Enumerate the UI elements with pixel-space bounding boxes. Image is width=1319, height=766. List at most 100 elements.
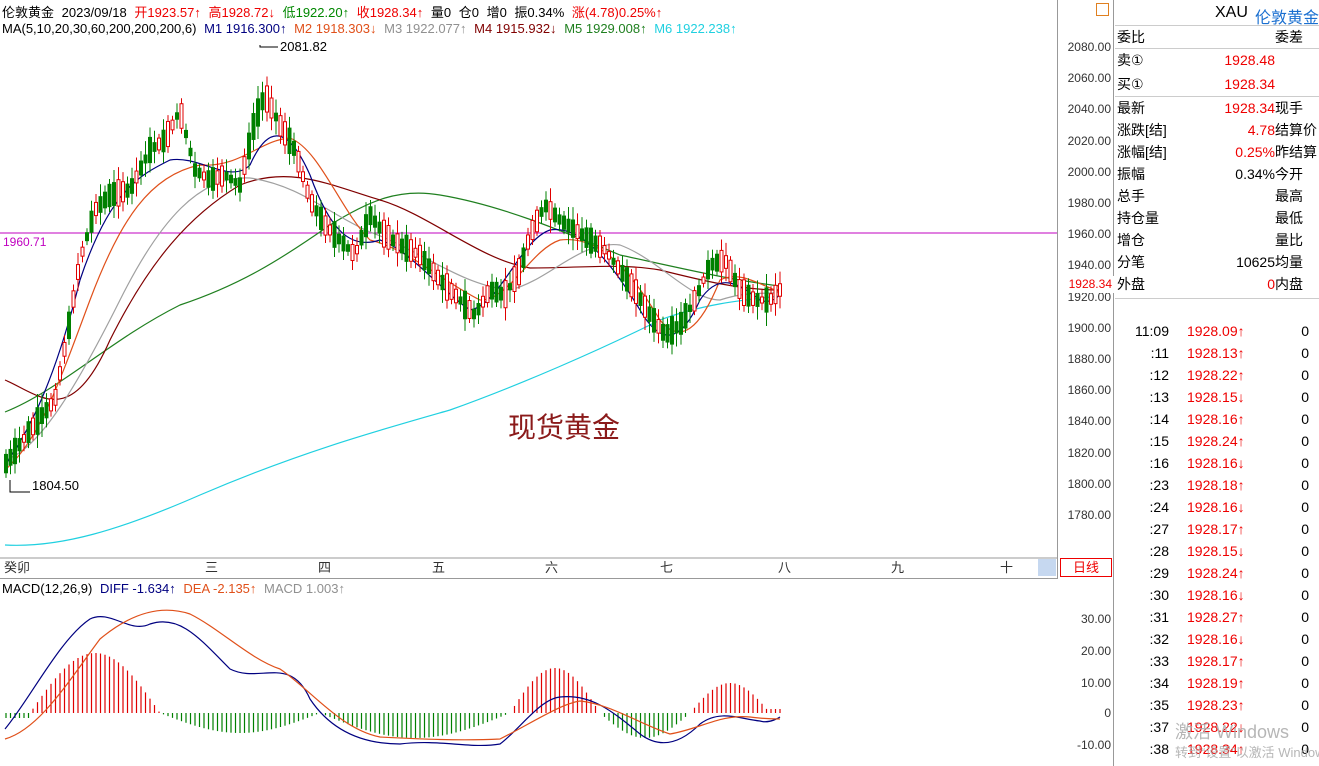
candle-body	[679, 311, 683, 335]
candle-body	[103, 191, 107, 209]
candle-body	[170, 119, 175, 131]
candle-body	[26, 421, 31, 443]
candle-body	[548, 201, 553, 220]
ref-line-label: 1960.71	[3, 235, 47, 249]
tick-volume: 0	[1301, 719, 1309, 735]
tick-volume: 0	[1301, 499, 1309, 515]
candle-body	[584, 227, 589, 248]
tick-row: :23 1928.18↑ 0	[1115, 474, 1319, 496]
tick-price: 1928.18↑	[1187, 477, 1245, 493]
tick-price: 1928.23↑	[1187, 697, 1245, 713]
candle-body	[319, 206, 323, 230]
tick-row: :31 1928.27↑ 0	[1115, 606, 1319, 628]
tick-volume: 0	[1301, 631, 1309, 647]
candle-body	[418, 244, 422, 266]
candle-body	[4, 453, 8, 474]
quote-info-row: 增仓 量比	[1115, 229, 1319, 251]
candle-body	[220, 165, 224, 187]
quote-info-label: 外盘	[1117, 276, 1145, 292]
tick-price: 1928.09↑	[1187, 323, 1245, 339]
tick-row: :32 1928.16↓ 0	[1115, 628, 1319, 650]
candle-body	[764, 287, 769, 313]
candle-body	[647, 306, 652, 322]
sell1-row: 卖① 1928.48	[1115, 49, 1319, 71]
tick-row: 11:09 1928.09↑ 0	[1115, 320, 1319, 342]
y-tick-label: 1780.00	[1067, 508, 1111, 522]
candle-body	[112, 182, 116, 206]
tick-volume: 0	[1301, 675, 1309, 691]
quote-info-row: 振幅 0.34% 今开	[1115, 163, 1319, 185]
tick-row: :16 1928.16↓ 0	[1115, 452, 1319, 474]
candle-body	[278, 115, 283, 137]
y-tick-label: 1980.00	[1067, 196, 1111, 210]
y-tick-label: 1800.00	[1067, 476, 1111, 491]
macd-tick-label: 30.00	[1080, 612, 1111, 626]
tick-time: :23	[1149, 477, 1169, 493]
candle-body	[31, 417, 35, 436]
x-label-2: 四	[318, 560, 332, 575]
candle-body	[692, 290, 697, 312]
candle-body	[665, 324, 670, 343]
candle-body	[85, 232, 89, 242]
candle-body	[526, 234, 530, 250]
x-label-6: 八	[778, 560, 792, 575]
candle-body	[544, 199, 548, 213]
quote-info-label2: 结算价	[1275, 122, 1317, 138]
x-label-5: 七	[660, 560, 674, 575]
candle-body	[130, 178, 134, 194]
quote-info-value: 1928.34	[1224, 100, 1275, 116]
candle-body	[161, 129, 166, 153]
candle-body	[553, 207, 557, 223]
candle-body	[107, 183, 112, 208]
sell1-label: 卖①	[1117, 52, 1144, 68]
chart-watermark: 现货黄金	[508, 411, 621, 444]
quote-info-value: 10625	[1236, 254, 1275, 270]
candle-body	[589, 227, 593, 254]
main-kline-chart[interactable]: 伦敦黄金 2023/09/18 开1923.57↑ 高1928.72↓ 低192…	[0, 0, 1058, 578]
candle-body	[296, 150, 301, 173]
high-marker	[259, 45, 278, 48]
candle-body	[157, 137, 161, 151]
x-label-8: 十	[1000, 560, 1014, 575]
tick-row: :30 1928.16↓ 0	[1115, 584, 1319, 606]
candle-body	[215, 170, 220, 185]
candle-body	[391, 234, 395, 247]
candle-body	[305, 184, 310, 199]
quote-info-row: 最新 1928.34 现手	[1115, 97, 1319, 119]
x-label-0: 癸卯	[4, 560, 31, 575]
candle-body	[314, 205, 319, 217]
quote-info-row: 涨幅[结] 0.25% 昨结算	[1115, 141, 1319, 163]
tick-volume: 0	[1301, 565, 1309, 581]
scroll-handle[interactable]	[1038, 559, 1056, 576]
candle-body	[652, 308, 656, 333]
quote-info-row: 涨跌[结] 4.78 结算价	[1115, 119, 1319, 141]
quote-info-label: 持仓量	[1117, 210, 1159, 226]
candle-body	[422, 251, 427, 271]
candle-body	[143, 154, 148, 164]
low-label: 1804.50	[32, 478, 79, 493]
tick-volume: 0	[1301, 697, 1309, 713]
side-symbol-cn: 伦敦黄金	[1255, 10, 1319, 27]
candle-body	[287, 127, 292, 155]
high-label: 2081.82	[280, 39, 327, 54]
candle-body	[292, 140, 296, 156]
tick-time: :15	[1149, 433, 1169, 449]
settings-box-icon[interactable]	[1096, 3, 1109, 16]
candle-body	[467, 300, 472, 319]
tick-row: :28 1928.15↓ 0	[1115, 540, 1319, 562]
candle-body	[188, 147, 193, 157]
candle-body	[701, 276, 706, 284]
macd-svg	[4, 609, 781, 747]
macd-tick-label: -10.00	[1076, 738, 1111, 752]
candle-body	[746, 284, 751, 307]
tick-volume: 0	[1301, 521, 1309, 537]
candle-body	[494, 281, 499, 303]
tick-time: :35	[1149, 697, 1169, 713]
quote-info-label2: 昨结算	[1275, 144, 1317, 160]
quote-info-label: 涨幅[结]	[1117, 144, 1167, 160]
weicha-label: 委差	[1275, 29, 1303, 45]
candle-body	[256, 98, 260, 127]
period-button[interactable]: 日线	[1060, 558, 1112, 577]
candle-body	[710, 257, 715, 271]
candle-body	[719, 249, 724, 273]
